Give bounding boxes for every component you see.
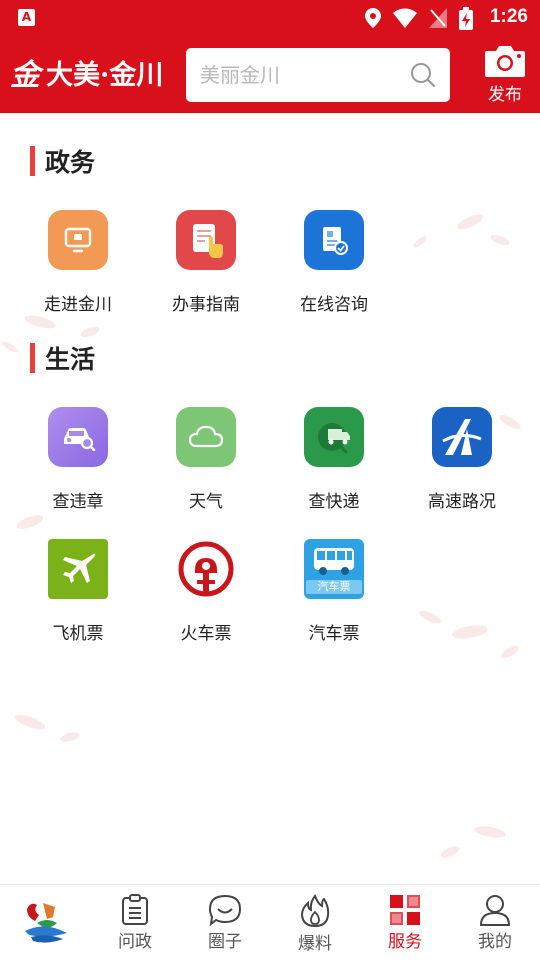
service-item-traffic-violation[interactable]: 查违章 [14, 407, 142, 517]
logo-text: 大美·金川 [46, 59, 164, 91]
person-icon [479, 895, 511, 926]
app-logo: 金 大美·金川 [10, 50, 175, 94]
guide-hand-icon [176, 210, 236, 270]
service-item-highway-conditions[interactable]: 高速路况 [398, 407, 526, 517]
clock: 1:26 [489, 6, 528, 27]
bus-icon-caption: 汽车票 [306, 580, 362, 594]
tab-home[interactable] [0, 885, 90, 960]
service-item-online-consult[interactable]: 在线咨询 [270, 210, 398, 320]
section-accent-bar [30, 343, 35, 373]
consult-doc-icon [304, 210, 364, 270]
service-item-train-tickets[interactable]: 火车票 [142, 539, 270, 649]
section-title-text: 政务 [45, 148, 96, 177]
flame-icon [300, 894, 330, 928]
service-item-guide[interactable]: 办事指南 [142, 210, 270, 320]
wifi-icon [393, 8, 417, 28]
tab-quanzi[interactable]: 圈子 [180, 885, 270, 960]
tab-label: 圈子 [208, 932, 242, 952]
service-item-label: 查违章 [52, 492, 104, 512]
signal-icon [429, 8, 447, 28]
airplane-icon [48, 539, 108, 599]
tab-label: 爆料 [298, 934, 332, 954]
service-item-label: 办事指南 [172, 295, 240, 315]
cloud-icon [176, 407, 236, 467]
highway-icon [432, 407, 492, 467]
camera-icon [485, 46, 525, 77]
section-title-government: 政务 [30, 145, 95, 177]
service-item-label: 查快递 [308, 492, 360, 512]
service-item-flight-tickets[interactable]: 飞机票 [14, 539, 142, 649]
header: 金 大美·金川 发布 [0, 36, 540, 113]
publish-label: 发布 [488, 85, 522, 105]
service-item-label: 飞机票 [52, 624, 104, 644]
service-item-label: 走进金川 [44, 295, 112, 315]
search-input[interactable] [200, 56, 400, 94]
section-title-text: 生活 [45, 345, 96, 374]
service-item-label: 汽车票 [308, 624, 360, 644]
section-accent-bar [30, 146, 35, 176]
app-notification-icon: A [18, 9, 35, 26]
car-search-icon [48, 407, 108, 467]
location-icon [365, 8, 381, 28]
tab-fuwu[interactable]: 服务 [360, 885, 450, 960]
status-bar: A 1:26 [0, 0, 540, 36]
publish-button[interactable]: 发布 [476, 44, 534, 106]
tab-label: 我的 [478, 932, 512, 952]
service-item-label: 在线咨询 [300, 295, 368, 315]
service-item-label: 火车票 [180, 624, 232, 644]
smile-bubble-icon [208, 894, 242, 926]
service-item-visit-jinchuan[interactable]: 走进金川 [14, 210, 142, 320]
battery-charging-icon [459, 7, 473, 30]
bottom-tab-bar: 问政 圈子 爆料 服务 我的 [0, 884, 540, 960]
delivery-truck-icon [304, 407, 364, 467]
search-icon[interactable] [410, 62, 436, 88]
tab-label: 服务 [388, 932, 422, 952]
clipboard-icon [122, 894, 148, 925]
service-item-label: 天气 [189, 492, 223, 512]
bus-icon: 汽车票 [304, 539, 364, 599]
tab-baoliao[interactable]: 爆料 [270, 885, 360, 960]
service-item-express-tracking[interactable]: 查快递 [270, 407, 398, 517]
tab-mine[interactable]: 我的 [450, 885, 540, 960]
section-title-life: 生活 [30, 342, 95, 374]
grid-icon [390, 895, 420, 925]
service-item-label: 高速路况 [428, 492, 496, 512]
service-item-bus-tickets[interactable]: 汽车票 汽车票 [270, 539, 398, 649]
logo-glyph: 金 [10, 58, 40, 93]
service-item-weather[interactable]: 天气 [142, 407, 270, 517]
monitor-icon [48, 210, 108, 270]
railway-icon [176, 539, 236, 599]
tab-wenzheng[interactable]: 问政 [90, 885, 180, 960]
home-logo-icon [25, 903, 67, 943]
tab-label: 问政 [118, 932, 152, 952]
search-box[interactable] [186, 48, 450, 102]
